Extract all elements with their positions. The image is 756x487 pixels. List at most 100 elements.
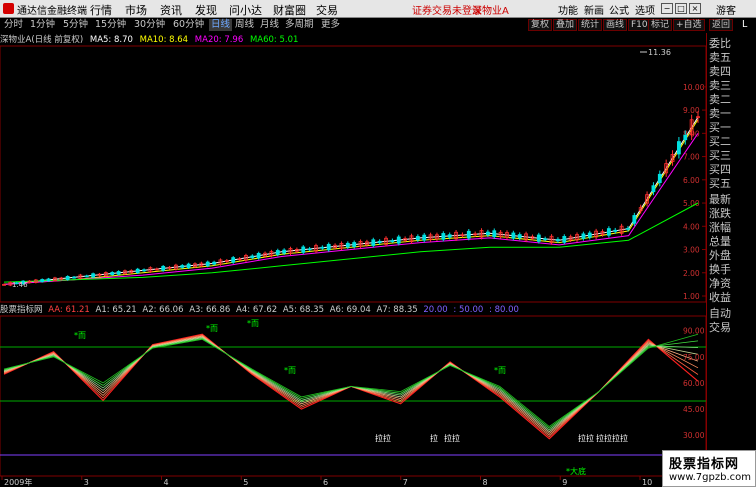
candle-body	[657, 173, 662, 184]
level-20-label: 20.00	[423, 305, 448, 315]
candle-body	[613, 229, 618, 232]
side-item-trade[interactable]: 交易	[709, 321, 756, 334]
indicator-info-line: 股票指标网 AA: 61.21 A1: 65.21 A2: 66.06 A3: …	[0, 304, 706, 316]
candle-body	[250, 255, 255, 258]
candle-body	[587, 232, 592, 238]
ma-line-ma20	[3, 133, 699, 285]
sell-signal-1: *而	[74, 331, 86, 340]
candle-body	[345, 242, 350, 248]
candle-body	[116, 271, 121, 275]
side-item-earnings[interactable]: 收益	[709, 291, 756, 304]
quote-side-panel: 委比 卖五 卖四 卖三 卖二 卖一 买一 买二 买三 买四 买五 最新 涨跌 涨…	[706, 33, 756, 487]
indicator-tick-label: 75.00	[683, 353, 705, 362]
candle-body	[606, 228, 611, 236]
candle-body	[556, 238, 560, 242]
side-item-ask3[interactable]: 卖三	[709, 79, 756, 92]
candle-body	[91, 273, 96, 278]
pull-signal-5: 拉拉	[578, 433, 594, 443]
indicator-panel-frame	[0, 315, 707, 477]
candle-body	[301, 246, 306, 253]
candle-body	[396, 236, 401, 244]
indicator-aa: AA: 61.21	[48, 305, 90, 315]
indicator-a5: A5: 68.35	[282, 305, 324, 315]
candle-body	[683, 134, 688, 141]
indicator-band-line	[3, 335, 699, 436]
pull-signal-1: 拉拉	[375, 433, 391, 443]
indicator-name: 股票指标网	[0, 305, 43, 315]
time-tick-label: 2009年	[4, 477, 32, 487]
side-item-latest[interactable]: 最新	[709, 193, 756, 206]
price-tick-label: 6.00	[683, 176, 700, 185]
candle-body	[40, 279, 45, 283]
watermark: 股票指标网 www.7gpzb.com	[662, 450, 756, 487]
indicator-tick-label: 30.00	[683, 431, 705, 440]
price-axis: 10.009.008.007.006.005.004.003.002.001.0…	[683, 83, 706, 301]
candle-body	[352, 242, 357, 247]
candle-body	[307, 248, 312, 251]
side-item-bid1[interactable]: 买一	[709, 121, 756, 134]
side-item-outer[interactable]: 外盘	[709, 249, 756, 262]
pull-signal-3: 拉拉	[444, 433, 460, 443]
side-item-volume[interactable]: 总量	[709, 235, 756, 248]
candle-body	[390, 240, 395, 243]
candle-body	[282, 249, 287, 254]
indicator-a2: A2: 66.06	[142, 305, 184, 315]
side-item-bid3[interactable]: 买三	[709, 149, 756, 162]
price-tick-label: 3.00	[683, 246, 700, 255]
indicator-a4: A4: 67.62	[236, 305, 278, 315]
side-item-ask2[interactable]: 卖二	[709, 93, 756, 106]
indicator-a3: A3: 66.86	[189, 305, 231, 315]
side-item-ask1[interactable]: 卖一	[709, 107, 756, 120]
candle-body	[186, 263, 191, 268]
indicator-axis: 90.00 75.00 60.00 45.00 30.00	[683, 327, 705, 440]
candle-body	[422, 234, 427, 241]
candle-body	[84, 275, 89, 278]
time-tick-label: 7	[403, 478, 408, 487]
candle-body	[485, 231, 490, 236]
candle-body	[517, 234, 522, 239]
indicator-a1: A1: 65.21	[95, 305, 137, 315]
time-tick-label: 5	[243, 478, 248, 487]
candle-body	[46, 278, 51, 282]
candle-body	[180, 265, 185, 268]
side-item-auto[interactable]: 自动	[709, 307, 756, 320]
candle-body	[371, 239, 376, 246]
side-item-bid2[interactable]: 买二	[709, 135, 756, 148]
candle-body	[135, 268, 140, 274]
side-item-ask4[interactable]: 卖四	[709, 65, 756, 78]
side-item-change-pct[interactable]: 涨幅	[709, 221, 756, 234]
price-tick-label: 2.00	[683, 269, 700, 278]
side-item-bid5[interactable]: 买五	[709, 177, 756, 190]
side-item-ask5[interactable]: 卖五	[709, 51, 756, 64]
watermark-title: 股票指标网	[669, 457, 740, 472]
indicator-lines	[3, 333, 699, 440]
candle-body	[326, 243, 331, 251]
indicator-band-line	[3, 336, 699, 433]
price-tick-label: 10.00	[683, 83, 705, 92]
candle-body	[65, 275, 70, 280]
side-item-net-assets[interactable]: 净资	[709, 277, 756, 290]
ma-lines	[3, 116, 699, 285]
candle-body	[110, 272, 115, 275]
time-tick-label: 9	[562, 478, 567, 487]
candle-body	[581, 233, 586, 239]
side-item-commission-ratio[interactable]: 委比	[709, 37, 756, 50]
candle-body	[320, 246, 325, 249]
indicator-band-line	[3, 337, 699, 431]
time-tick-label: 4	[164, 478, 169, 487]
price-tick-label: 9.00	[683, 106, 700, 115]
side-item-bid4[interactable]: 买四	[709, 163, 756, 176]
indicator-tick-label: 60.00	[683, 379, 705, 388]
candle-body	[651, 185, 656, 193]
bottom-signal: *大底	[566, 466, 586, 476]
indicator-a7: A7: 88.35	[376, 305, 418, 315]
side-item-change[interactable]: 涨跌	[709, 207, 756, 220]
candle-body	[212, 261, 217, 265]
candle-body	[543, 238, 548, 241]
ma-line-ma60	[3, 202, 699, 283]
indicator-band-line	[3, 335, 699, 434]
side-item-turnover[interactable]: 换手	[709, 263, 756, 276]
candle-body	[415, 236, 420, 241]
price-tick-label: 1.00	[683, 292, 700, 301]
candle-body	[562, 236, 567, 243]
